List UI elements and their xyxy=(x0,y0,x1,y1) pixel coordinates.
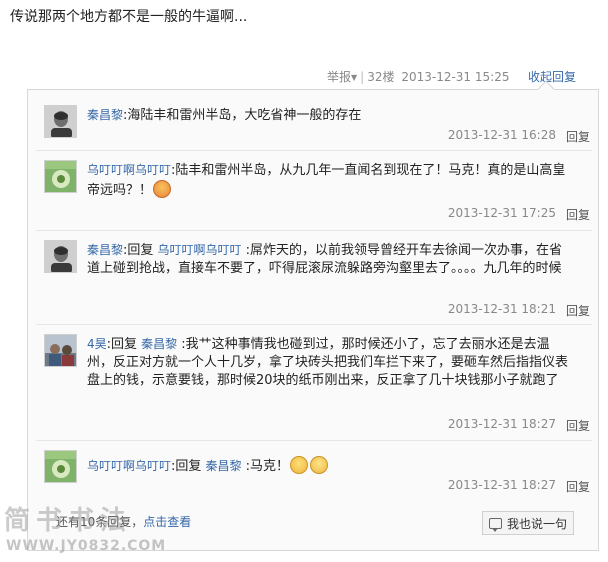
comment-body: 秦昌黎:回复 乌叮叮啊乌叮叮 :屌炸天的，以前我领导曾经开车去徐闻一次办事，在省… xyxy=(87,241,573,278)
angry-emoji-icon xyxy=(153,180,172,198)
comment-username[interactable]: 4昊 xyxy=(87,337,107,351)
comment-body: 乌叮叮啊乌叮叮:回复 秦昌黎 :马克！ xyxy=(87,456,573,476)
user-avatar[interactable] xyxy=(44,334,77,367)
reply-to-username[interactable]: 秦昌黎 xyxy=(141,337,177,351)
comment-divider xyxy=(36,440,592,441)
comment-username[interactable]: 秦昌黎 xyxy=(87,108,123,122)
reply-to-username[interactable]: 秦昌黎 xyxy=(206,459,242,473)
comment-item: 乌叮叮啊乌叮叮:回复 秦昌黎 :马克！ 2013-12-31 18:27 回复 xyxy=(36,445,592,495)
view-more-link[interactable]: 点击查看 xyxy=(143,515,191,529)
flower-avatar-icon xyxy=(45,161,76,192)
comment-item: 乌叮叮啊乌叮叮:陆丰和雷州半岛，从九几年一直闻名到现在了！马克！真的是山高皇帝远… xyxy=(36,155,592,225)
comment-divider xyxy=(36,230,592,231)
comment-body: 秦昌黎:海陆丰和雷州半岛，大吃省神一般的存在 xyxy=(87,106,573,125)
comment-timestamp: 2013-12-31 17:25 xyxy=(447,206,556,220)
say-something-label: 我也说一句 xyxy=(506,516,567,531)
photo-avatar-icon xyxy=(45,335,76,366)
user-avatar[interactable] xyxy=(44,105,77,138)
post-timestamp: 2013-12-31 15:25 xyxy=(401,70,510,84)
floor-number: 32楼 xyxy=(367,70,395,84)
comment-body: 4昊:回复 秦昌黎 :我艹这种事情我也碰到过，那时候还小了，忘了去丽水还是去温州… xyxy=(87,335,573,390)
flower-avatar-icon xyxy=(45,451,76,482)
comment-text: :海陆丰和雷州半岛，大吃省神一般的存在 xyxy=(123,108,362,123)
comment-username[interactable]: 乌叮叮啊乌叮叮 xyxy=(87,459,171,473)
meta-divider: | xyxy=(360,70,365,84)
watermark-logo: 简书书法 xyxy=(4,506,133,536)
user-avatar[interactable] xyxy=(44,160,77,193)
comment-item: 秦昌黎:回复 乌叮叮啊乌叮叮 :屌炸天的，以前我领导曾经开车去徐闻一次办事，在省… xyxy=(36,235,592,320)
report-label: 举报 xyxy=(327,70,352,84)
sleepy-emoji-icon xyxy=(310,456,329,474)
reply-button[interactable]: 回复 xyxy=(566,206,590,223)
shy-emoji-icon xyxy=(290,456,309,474)
comment-timestamp: 2013-12-31 18:21 xyxy=(447,302,556,316)
watermark-url: WWW.JY0832.COM xyxy=(6,538,167,554)
reply-button[interactable]: 回复 xyxy=(566,128,590,145)
chevron-down-icon: ▼ xyxy=(351,73,358,82)
reply-button[interactable]: 回复 xyxy=(566,478,590,495)
reply-to-username[interactable]: 乌叮叮啊乌叮叮 xyxy=(158,243,242,257)
comment-divider xyxy=(36,150,592,151)
user-avatar[interactable] xyxy=(44,450,77,483)
reply-prefix: :回复 xyxy=(123,243,158,258)
comment-divider xyxy=(36,324,592,325)
comment-text: :马克！ xyxy=(241,459,290,474)
comment-item: 秦昌黎:海陆丰和雷州半岛，大吃省神一般的存在 2013-12-31 16:28 … xyxy=(36,100,592,145)
post-meta: 举报▼ | 32楼 2013-12-31 15:25 xyxy=(327,68,509,85)
speech-bubble-icon xyxy=(488,517,502,532)
collapse-replies-link[interactable]: 收起回复 xyxy=(528,68,576,85)
comment-username[interactable]: 秦昌黎 xyxy=(87,243,123,257)
post-text: 传说那两个地方都不是一般的牛逼啊... xyxy=(10,9,248,25)
man-avatar-icon xyxy=(45,241,76,272)
comment-body: 乌叮叮啊乌叮叮:陆丰和雷州半岛，从九几年一直闻名到现在了！马克！真的是山高皇帝远… xyxy=(87,161,573,200)
report-button[interactable]: 举报▼ xyxy=(327,70,357,84)
user-avatar[interactable] xyxy=(44,240,77,273)
reply-button[interactable]: 回复 xyxy=(566,417,590,434)
comment-timestamp: 2013-12-31 18:27 xyxy=(447,478,556,492)
comment-timestamp: 2013-12-31 16:28 xyxy=(447,128,556,142)
comment-item: 4昊:回复 秦昌黎 :我艹这种事情我也碰到过，那时候还小了，忘了去丽水还是去温州… xyxy=(36,329,592,435)
reply-prefix: :回复 xyxy=(171,459,206,474)
comment-username[interactable]: 乌叮叮啊乌叮叮 xyxy=(87,163,171,177)
reply-prefix: :回复 xyxy=(106,337,142,352)
comment-timestamp: 2013-12-31 18:27 xyxy=(447,417,556,431)
say-something-button[interactable]: 我也说一句 xyxy=(482,511,574,535)
reply-button[interactable]: 回复 xyxy=(566,302,590,319)
man-avatar-icon xyxy=(45,106,76,137)
